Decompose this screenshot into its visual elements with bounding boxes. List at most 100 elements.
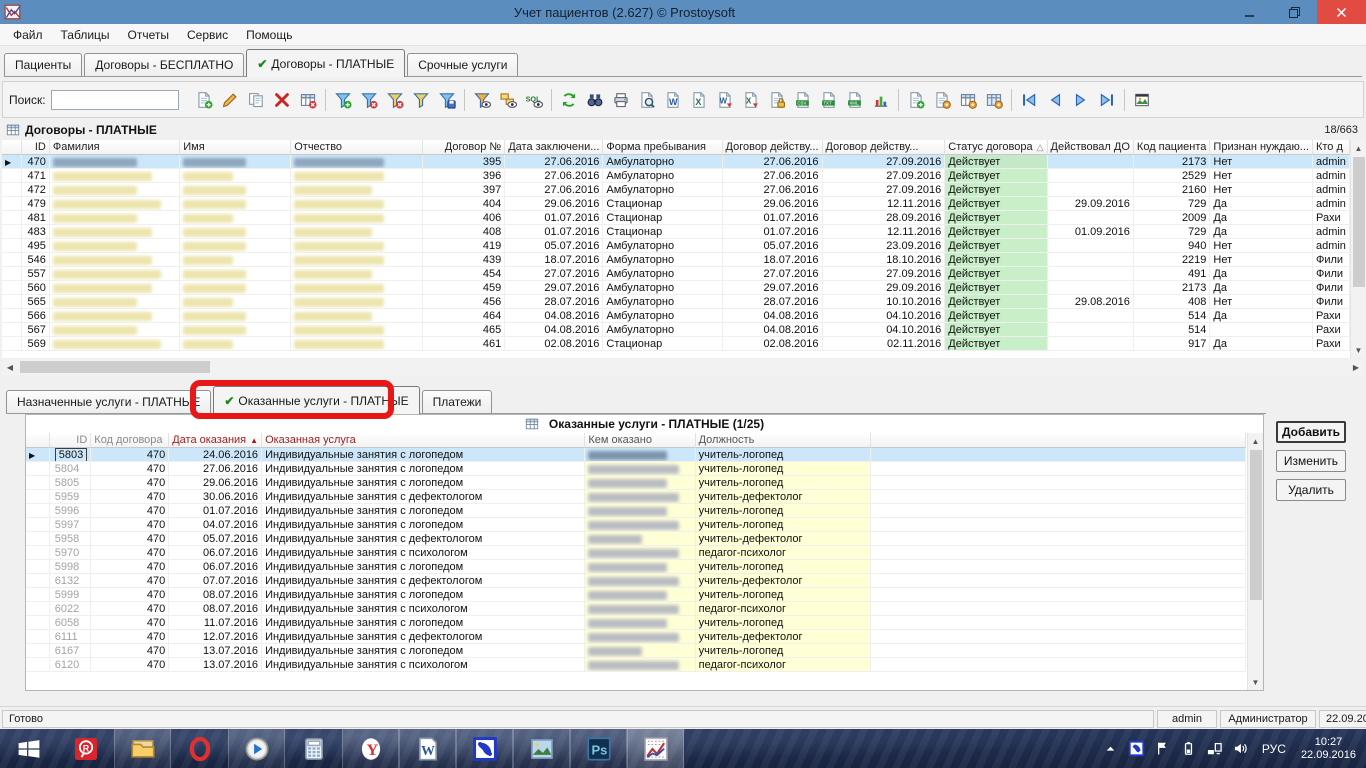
table-row[interactable]: 5805 470 29.06.2016 Индивидуальные занят… bbox=[26, 476, 1246, 490]
toolbar-button-filter-delete[interactable] bbox=[356, 87, 382, 113]
taskbar-item-word[interactable]: W bbox=[399, 729, 456, 768]
table-row[interactable]: 546 439 18.07.2016 Амбулаторно 18.07.201… bbox=[2, 253, 1350, 267]
main-tab-contracts-paid[interactable]: Договоры - ПЛАТНЫЕ bbox=[246, 49, 405, 77]
table-row[interactable]: 5999 470 08.07.2016 Индивидуальные занят… bbox=[26, 588, 1246, 602]
toolbar-button-filter-edit[interactable] bbox=[408, 87, 434, 113]
scroll-thumb[interactable] bbox=[20, 361, 210, 373]
toolbar-button-table-properties[interactable] bbox=[955, 87, 981, 113]
table-row[interactable]: 472 397 27.06.2016 Амбулаторно 27.06.201… bbox=[2, 183, 1350, 197]
tray-icon-phone-tray[interactable] bbox=[1128, 740, 1145, 757]
menu-item[interactable]: Сервис bbox=[178, 25, 237, 45]
taskbar-item-start[interactable] bbox=[0, 729, 57, 768]
toolbar-button-export-xml[interactable]: XML bbox=[842, 87, 868, 113]
toolbar-button-chart[interactable] bbox=[868, 87, 894, 113]
table-row[interactable]: 5998 470 06.07.2016 Индивидуальные занят… bbox=[26, 560, 1246, 574]
taskbar-item-app-r[interactable]: R bbox=[57, 729, 114, 768]
column-header-surname[interactable]: Фамилия bbox=[50, 140, 180, 155]
tray-icon-network[interactable] bbox=[1206, 740, 1223, 757]
tray-icon-battery[interactable] bbox=[1180, 740, 1197, 757]
toolbar-button-filter-sql[interactable]: SQL bbox=[521, 87, 547, 113]
menu-item[interactable]: Помощь bbox=[237, 25, 301, 45]
menu-item[interactable]: Файл bbox=[4, 25, 52, 45]
column-header-position[interactable]: Должность bbox=[696, 433, 872, 448]
scroll-right-button[interactable]: ▶ bbox=[1348, 359, 1364, 375]
table-row[interactable]: 495 419 05.07.2016 Амбулаторно 05.07.201… bbox=[2, 239, 1350, 253]
toolbar-button-export-excel[interactable]: X bbox=[686, 87, 712, 113]
restore-button[interactable] bbox=[1272, 0, 1317, 24]
table-row[interactable]: 470 395 27.06.2016 Амбулаторно 27.06.201… bbox=[2, 155, 1350, 169]
tray-icon-flag[interactable] bbox=[1154, 740, 1171, 757]
table-row[interactable]: 6022 470 08.07.2016 Индивидуальные занят… bbox=[26, 602, 1246, 616]
table-row[interactable]: 6167 470 13.07.2016 Индивидуальные занят… bbox=[26, 644, 1246, 658]
column-header-needs[interactable]: Признан нуждаю... bbox=[1210, 140, 1313, 155]
scroll-down-button[interactable]: ▼ bbox=[1248, 674, 1263, 690]
column-header-patronymic[interactable]: Отчество bbox=[291, 140, 423, 155]
tray-icon-chevron[interactable] bbox=[1102, 740, 1119, 757]
column-header-id[interactable]: ID bbox=[50, 433, 91, 448]
sub-tab-payments[interactable]: Платежи bbox=[422, 390, 493, 413]
table-row[interactable]: 557 454 27.07.2016 Амбулаторно 27.07.201… bbox=[2, 267, 1350, 281]
toolbar-button-print-preview[interactable] bbox=[634, 87, 660, 113]
toolbar-button-export-image[interactable] bbox=[1129, 87, 1155, 113]
taskbar-item-yandex[interactable]: Y bbox=[342, 729, 399, 768]
table-row[interactable]: 565 456 28.07.2016 Амбулаторно 28.07.201… bbox=[2, 295, 1350, 309]
toolbar-button-filter-save[interactable] bbox=[434, 87, 460, 113]
sub-tab-provided-services[interactable]: Оказанные услуги - ПЛАТНЫЕ bbox=[213, 386, 419, 414]
minimize-button[interactable] bbox=[1227, 0, 1272, 24]
toolbar-button-export-csv[interactable]: CSV bbox=[790, 87, 816, 113]
tray-icon-volume[interactable] bbox=[1232, 740, 1249, 757]
action-button[interactable]: Удалить bbox=[1276, 479, 1346, 501]
scroll-thumb[interactable] bbox=[1250, 450, 1262, 600]
table-row[interactable]: 560 459 29.07.2016 Амбулаторно 29.07.201… bbox=[2, 281, 1350, 295]
toolbar-button-nav-prev[interactable] bbox=[1042, 87, 1068, 113]
scroll-thumb[interactable] bbox=[1353, 157, 1365, 287]
toolbar-button-edit-record[interactable] bbox=[217, 87, 243, 113]
table-row[interactable]: 6120 470 13.07.2016 Индивидуальные занят… bbox=[26, 658, 1246, 672]
toolbar-button-table-data-properties[interactable] bbox=[981, 87, 1007, 113]
toolbar-button-nav-first[interactable] bbox=[1016, 87, 1042, 113]
table-row[interactable]: 5959 470 30.06.2016 Индивидуальные занят… bbox=[26, 490, 1246, 504]
column-header-id[interactable]: ID bbox=[22, 140, 50, 155]
sub-tab-assigned-services[interactable]: Назначенные услуги - ПЛАТНЫЕ bbox=[6, 390, 211, 413]
toolbar-button-copy-record[interactable] bbox=[243, 87, 269, 113]
table-row[interactable]: 566 464 04.08.2016 Амбулаторно 04.08.201… bbox=[2, 309, 1350, 323]
action-button[interactable]: Изменить bbox=[1276, 450, 1346, 472]
table-row[interactable]: 479 404 29.06.2016 Стационар 29.06.2016 … bbox=[2, 197, 1350, 211]
table-row[interactable]: 471 396 27.06.2016 Амбулаторно 27.06.201… bbox=[2, 169, 1350, 183]
main-tab-patients[interactable]: Пациенты bbox=[4, 53, 82, 76]
toolbar-button-filter-clear[interactable] bbox=[382, 87, 408, 113]
taskbar-item-phone[interactable] bbox=[456, 729, 513, 768]
table-row[interactable]: 5997 470 04.07.2016 Индивидуальные занят… bbox=[26, 518, 1246, 532]
toolbar-button-edit-linked[interactable] bbox=[929, 87, 955, 113]
column-header-date[interactable]: Дата оказания bbox=[169, 433, 262, 448]
toolbar-button-export-word[interactable]: W bbox=[660, 87, 686, 113]
toolbar-button-add-record[interactable] bbox=[191, 87, 217, 113]
toolbar-button-delete-record[interactable] bbox=[269, 87, 295, 113]
toolbar-button-nav-next[interactable] bbox=[1068, 87, 1094, 113]
column-header-valid-from[interactable]: Договор действу... bbox=[723, 140, 823, 155]
taskbar-item-photos[interactable] bbox=[513, 729, 570, 768]
toolbar-button-export-locked[interactable] bbox=[764, 87, 790, 113]
table-row[interactable]: 5958 470 05.07.2016 Индивидуальные занят… bbox=[26, 532, 1246, 546]
main-tab-urgent-services[interactable]: Срочные услуги bbox=[407, 53, 518, 76]
taskbar-item-calculator[interactable] bbox=[285, 729, 342, 768]
column-header-patient-code[interactable]: Код пациента bbox=[1134, 140, 1211, 155]
column-header-acted-until[interactable]: Действовал ДО bbox=[1048, 140, 1134, 155]
toolbar-button-find[interactable] bbox=[582, 87, 608, 113]
column-header-status[interactable]: Статус договора bbox=[945, 140, 1047, 155]
toolbar-button-print[interactable] bbox=[608, 87, 634, 113]
column-header-signed[interactable]: Дата заключени... bbox=[505, 140, 603, 155]
column-header-valid-to[interactable]: Договор действу... bbox=[823, 140, 946, 155]
scroll-up-button[interactable]: ▲ bbox=[1351, 140, 1366, 156]
action-button[interactable]: Добавить bbox=[1276, 421, 1346, 443]
scroll-down-button[interactable]: ▼ bbox=[1351, 342, 1366, 358]
table-row[interactable]: 481 406 01.07.2016 Стационар 01.07.2016 … bbox=[2, 211, 1350, 225]
table-row[interactable]: 569 461 02.08.2016 Стационар 02.08.2016 … bbox=[2, 337, 1350, 351]
taskbar-item-player[interactable] bbox=[228, 729, 285, 768]
table-row[interactable]: 6132 470 07.07.2016 Индивидуальные занят… bbox=[26, 574, 1246, 588]
column-header-provided-by[interactable]: Кем оказано bbox=[585, 433, 695, 448]
main-tab-contracts-free[interactable]: Договоры - БЕСПЛАТНО bbox=[84, 53, 244, 76]
toolbar-button-export-excel-all[interactable]: X bbox=[738, 87, 764, 113]
menu-item[interactable]: Таблицы bbox=[52, 25, 119, 45]
scroll-left-button[interactable]: ◀ bbox=[2, 359, 18, 375]
